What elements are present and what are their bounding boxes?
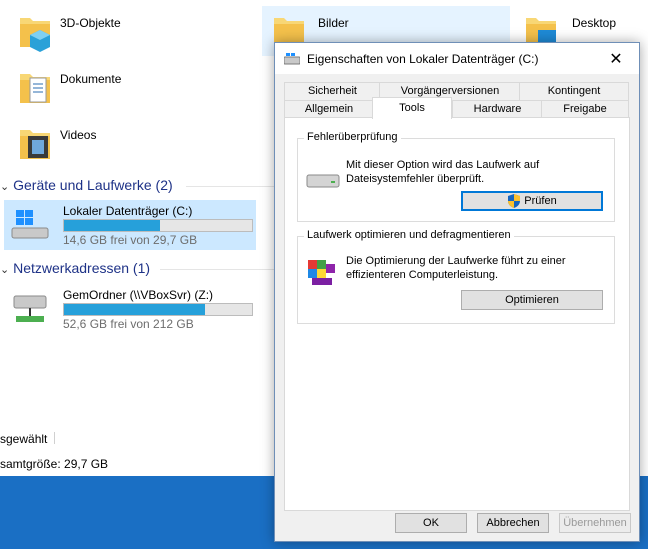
3d-objects-folder-icon bbox=[20, 18, 50, 52]
error-check-title: Fehlerüberprüfung bbox=[304, 131, 401, 143]
folder-documents[interactable]: Dokumente bbox=[18, 68, 218, 118]
tools-tab-panel: Fehlerüberprüfung Mit dieser Option wird… bbox=[284, 117, 630, 511]
uac-shield-icon bbox=[508, 194, 521, 208]
dialog-titlebar[interactable]: Eigenschaften von Lokaler Datenträger (C… bbox=[275, 43, 639, 74]
defrag-icon bbox=[308, 260, 335, 285]
ok-button[interactable]: OK bbox=[395, 513, 467, 533]
chevron-down-icon: ⌄ bbox=[0, 264, 10, 276]
close-icon: ✕ bbox=[609, 50, 623, 68]
dialog-title: Eigenschaften von Lokaler Datenträger (C… bbox=[307, 52, 539, 66]
drive-usage-bar bbox=[63, 219, 253, 232]
error-check-group: Fehlerüberprüfung Mit dieser Option wird… bbox=[297, 131, 615, 222]
error-check-description: Mit dieser Option wird das Laufwerk auf … bbox=[346, 159, 540, 185]
status-total-size: samtgröße: 29,7 GB bbox=[0, 457, 109, 471]
tab-sicherheit[interactable]: Sicherheit bbox=[284, 82, 381, 100]
drive-z[interactable]: GemOrdner (\\VBoxSvr) (Z:) 52,6 GB frei … bbox=[4, 284, 256, 334]
status-divider bbox=[54, 432, 55, 444]
chevron-down-icon: ⌄ bbox=[0, 181, 10, 193]
folder-label: Bilder bbox=[318, 16, 349, 30]
close-button[interactable]: ✕ bbox=[593, 43, 639, 74]
tab-tools[interactable]: Tools bbox=[372, 97, 452, 119]
status-selected: sgewählt bbox=[0, 432, 48, 446]
drive-usage-bar bbox=[63, 303, 253, 316]
drive-usage-fill bbox=[64, 220, 160, 231]
drive-name: Lokaler Datenträger (C:) bbox=[63, 204, 193, 218]
drive-free-space: 52,6 GB frei von 212 GB bbox=[63, 317, 194, 331]
folder-label: 3D-Objekte bbox=[60, 16, 121, 30]
windows-drive-icon bbox=[11, 210, 49, 239]
drive-name: GemOrdner (\\VBoxSvr) (Z:) bbox=[63, 288, 214, 302]
drive-title-icon bbox=[284, 53, 300, 65]
check-button[interactable]: Prüfen bbox=[461, 191, 603, 211]
folder-3d-objects[interactable]: 3D-Objekte bbox=[18, 12, 218, 62]
drive-usage-fill bbox=[64, 304, 205, 315]
tab-hardware[interactable]: Hardware bbox=[452, 100, 543, 118]
drive-icon bbox=[306, 174, 340, 188]
folder-videos[interactable]: Videos bbox=[18, 124, 218, 174]
tab-kontingent[interactable]: Kontingent bbox=[519, 82, 629, 100]
apply-button[interactable]: Übernehmen bbox=[559, 513, 631, 533]
network-drive-icon bbox=[13, 295, 47, 322]
group-divider bbox=[160, 269, 274, 270]
group-network-header[interactable]: ⌄ Netzwerkadressen (1) bbox=[0, 260, 150, 276]
properties-dialog: Eigenschaften von Lokaler Datenträger (C… bbox=[274, 42, 640, 542]
folder-label: Desktop bbox=[572, 16, 617, 30]
folder-label: Videos bbox=[60, 128, 97, 142]
documents-folder-icon bbox=[20, 74, 50, 103]
tab-allgemein[interactable]: Allgemein bbox=[284, 100, 374, 118]
optimize-title: Laufwerk optimieren und defragmentieren bbox=[304, 229, 514, 241]
tab-freigabe[interactable]: Freigabe bbox=[541, 100, 629, 118]
optimize-button[interactable]: Optimieren bbox=[461, 290, 603, 310]
check-button-label: Prüfen bbox=[524, 195, 557, 207]
optimize-group: Laufwerk optimieren und defragmentieren … bbox=[297, 229, 615, 324]
cancel-button[interactable]: Abbrechen bbox=[477, 513, 549, 533]
group-divider bbox=[186, 186, 274, 187]
drive-free-space: 14,6 GB frei von 29,7 GB bbox=[63, 233, 198, 247]
optimize-description: Die Optimierung der Laufwerke führt zu e… bbox=[346, 255, 566, 281]
group-network-label: Netzwerkadressen (1) bbox=[13, 260, 151, 276]
drive-c[interactable]: Lokaler Datenträger (C:) 14,6 GB frei vo… bbox=[4, 200, 256, 250]
group-devices-label: Geräte und Laufwerke (2) bbox=[13, 177, 173, 193]
folder-label: Dokumente bbox=[60, 72, 122, 86]
group-devices-header[interactable]: ⌄ Geräte und Laufwerke (2) bbox=[0, 177, 173, 193]
videos-folder-icon bbox=[20, 130, 50, 159]
